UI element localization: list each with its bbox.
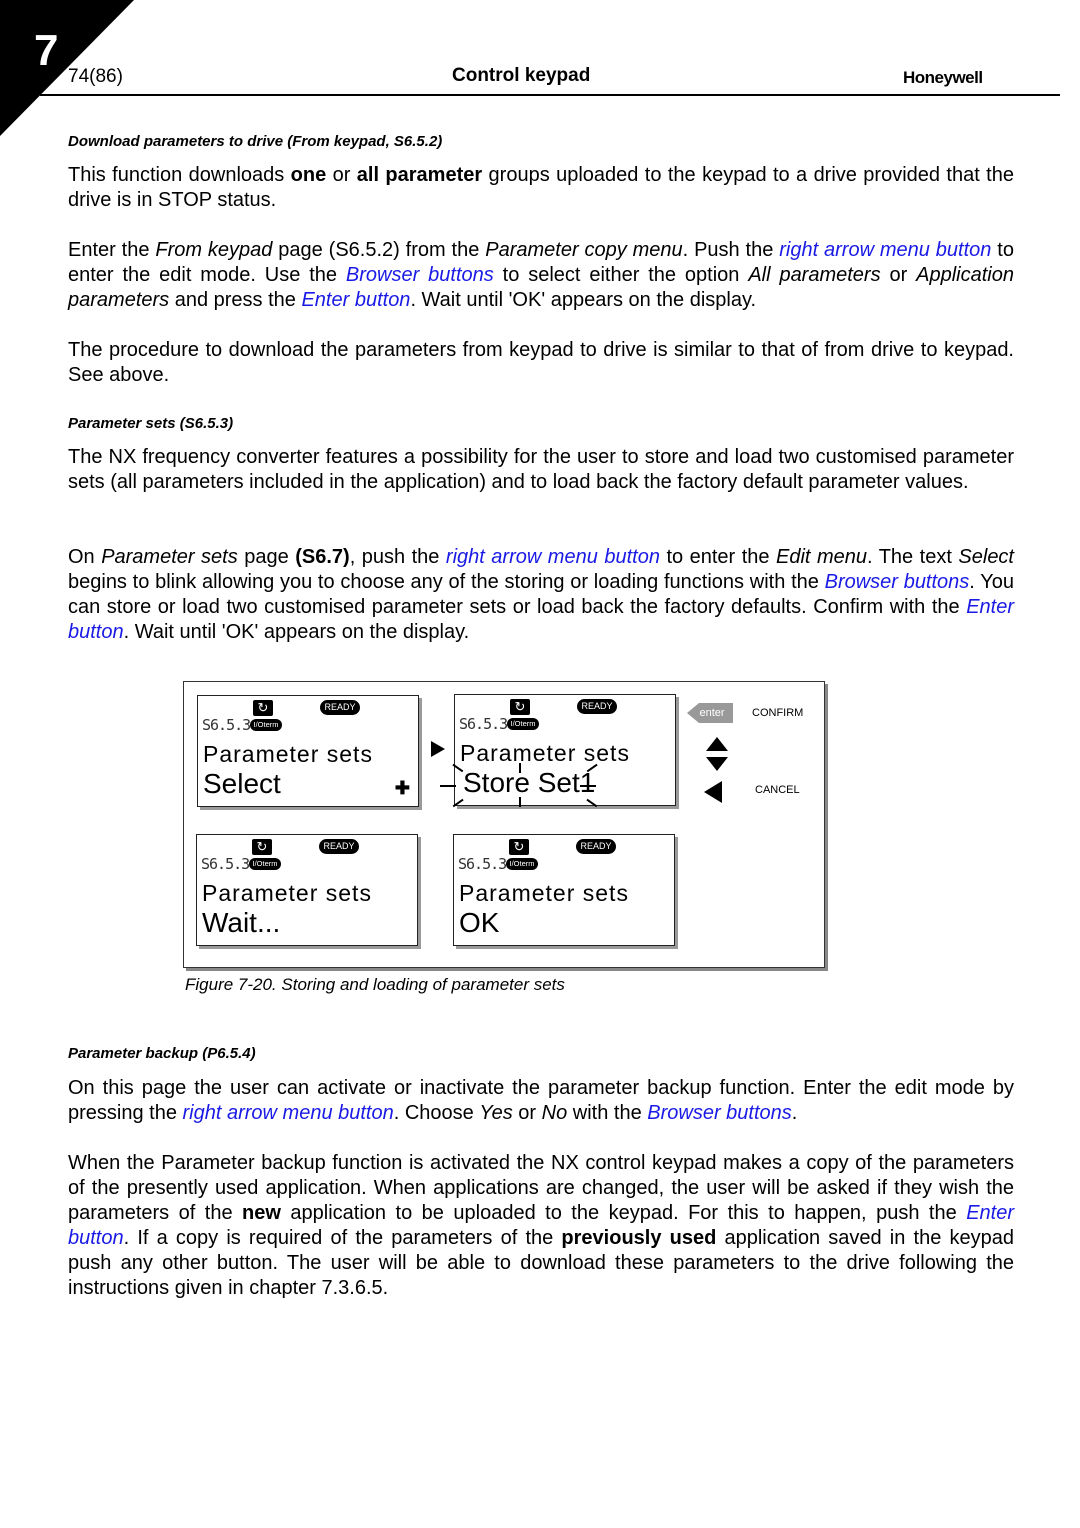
menu-code: S6.5.3 bbox=[459, 715, 508, 733]
figure-caption: Figure 7-20. Storing and loading of para… bbox=[185, 975, 565, 994]
paragraph: The NX frequency converter features a po… bbox=[68, 446, 1014, 493]
ready-badge: READY bbox=[576, 839, 616, 854]
paragraph: This function downloads one or all param… bbox=[68, 164, 1014, 211]
paragraph: The procedure to download the parameters… bbox=[68, 339, 1014, 386]
lcd-line1: Parameter sets bbox=[203, 741, 373, 767]
section-heading-parameter-backup: Parameter backup (P6.5.4) bbox=[68, 1045, 256, 1062]
lcd-screen-select: ↻ READY S6.5.3 I/Oterm Parameter sets Se… bbox=[197, 695, 419, 807]
header-title: Control keypad bbox=[452, 65, 591, 86]
confirm-label: CONFIRM bbox=[752, 707, 804, 719]
ready-badge: READY bbox=[577, 699, 617, 714]
link-enter-button[interactable]: Enter button bbox=[301, 289, 410, 311]
menu-code: S6.5.3 bbox=[458, 855, 507, 873]
ioterm-badge: I/Oterm bbox=[250, 719, 282, 731]
rotation-icon: ↻ bbox=[253, 700, 273, 716]
rotation-icon: ↻ bbox=[252, 839, 272, 855]
link-browser-buttons[interactable]: Browser buttons bbox=[346, 264, 494, 286]
arrow-left-icon bbox=[704, 781, 722, 803]
paragraph: Enter the From keypad page (S6.5.2) from… bbox=[68, 239, 1014, 311]
ioterm-badge: I/Oterm bbox=[507, 718, 539, 730]
paragraph: When the Parameter backup function is ac… bbox=[68, 1152, 1014, 1299]
lcd-line2: Wait... bbox=[202, 907, 281, 938]
arrow-right-icon bbox=[431, 741, 445, 757]
cancel-label: CANCEL bbox=[755, 784, 800, 796]
link-browser-buttons[interactable]: Browser buttons bbox=[647, 1102, 792, 1124]
section-heading-parameter-sets: Parameter sets (S6.5.3) bbox=[68, 415, 234, 432]
arrow-up-icon bbox=[706, 737, 728, 751]
blink-ray-icon bbox=[580, 785, 596, 787]
ioterm-badge: I/Oterm bbox=[249, 858, 281, 870]
ready-badge: READY bbox=[319, 839, 359, 854]
lcd-screen-ok: ↻ READY S6.5.3 I/Oterm Parameter sets OK bbox=[453, 834, 675, 946]
link-right-arrow-menu-button[interactable]: right arrow menu button bbox=[446, 546, 660, 568]
page-number: 74(86) bbox=[68, 66, 123, 87]
blink-ray-icon bbox=[519, 797, 521, 807]
header-divider bbox=[40, 94, 1060, 96]
link-browser-buttons[interactable]: Browser buttons bbox=[825, 571, 970, 593]
lcd-line1: Parameter sets bbox=[459, 880, 629, 906]
chapter-number: 7 bbox=[34, 26, 59, 75]
paragraph: On this page the user can activate or in… bbox=[68, 1077, 1014, 1124]
lcd-line2: OK bbox=[459, 907, 500, 938]
rotation-icon: ↻ bbox=[510, 699, 530, 715]
brand-logo: Honeywell bbox=[903, 68, 983, 87]
link-right-arrow-menu-button[interactable]: right arrow menu button bbox=[183, 1102, 394, 1124]
menu-code: S6.5.3 bbox=[202, 716, 251, 734]
lcd-line1: Parameter sets bbox=[202, 880, 372, 906]
menu-code: S6.5.3 bbox=[201, 855, 250, 873]
rotation-icon: ↻ bbox=[509, 839, 529, 855]
paragraph: On Parameter sets page (S6.7), push the … bbox=[68, 546, 1014, 643]
section-heading-download: Download parameters to drive (From keypa… bbox=[68, 133, 443, 150]
blink-ray-icon bbox=[440, 785, 456, 787]
lcd-screen-wait: ↻ READY S6.5.3 I/Oterm Parameter sets Wa… bbox=[196, 834, 418, 946]
ioterm-badge: I/Oterm bbox=[506, 858, 538, 870]
arrow-down-icon bbox=[706, 757, 728, 771]
lcd-line2: Store Set1 bbox=[463, 767, 596, 798]
blink-ray-icon bbox=[519, 763, 521, 773]
lcd-line1: Parameter sets bbox=[460, 740, 630, 766]
lcd-screen-store-set: ↻ READY S6.5.3 I/Oterm Parameter sets St… bbox=[454, 694, 676, 806]
edit-cursor-icon: ✚ bbox=[394, 778, 410, 798]
ready-badge: READY bbox=[320, 700, 360, 715]
link-right-arrow-menu-button[interactable]: right arrow menu button bbox=[779, 239, 991, 261]
lcd-line2: Select bbox=[203, 768, 281, 799]
